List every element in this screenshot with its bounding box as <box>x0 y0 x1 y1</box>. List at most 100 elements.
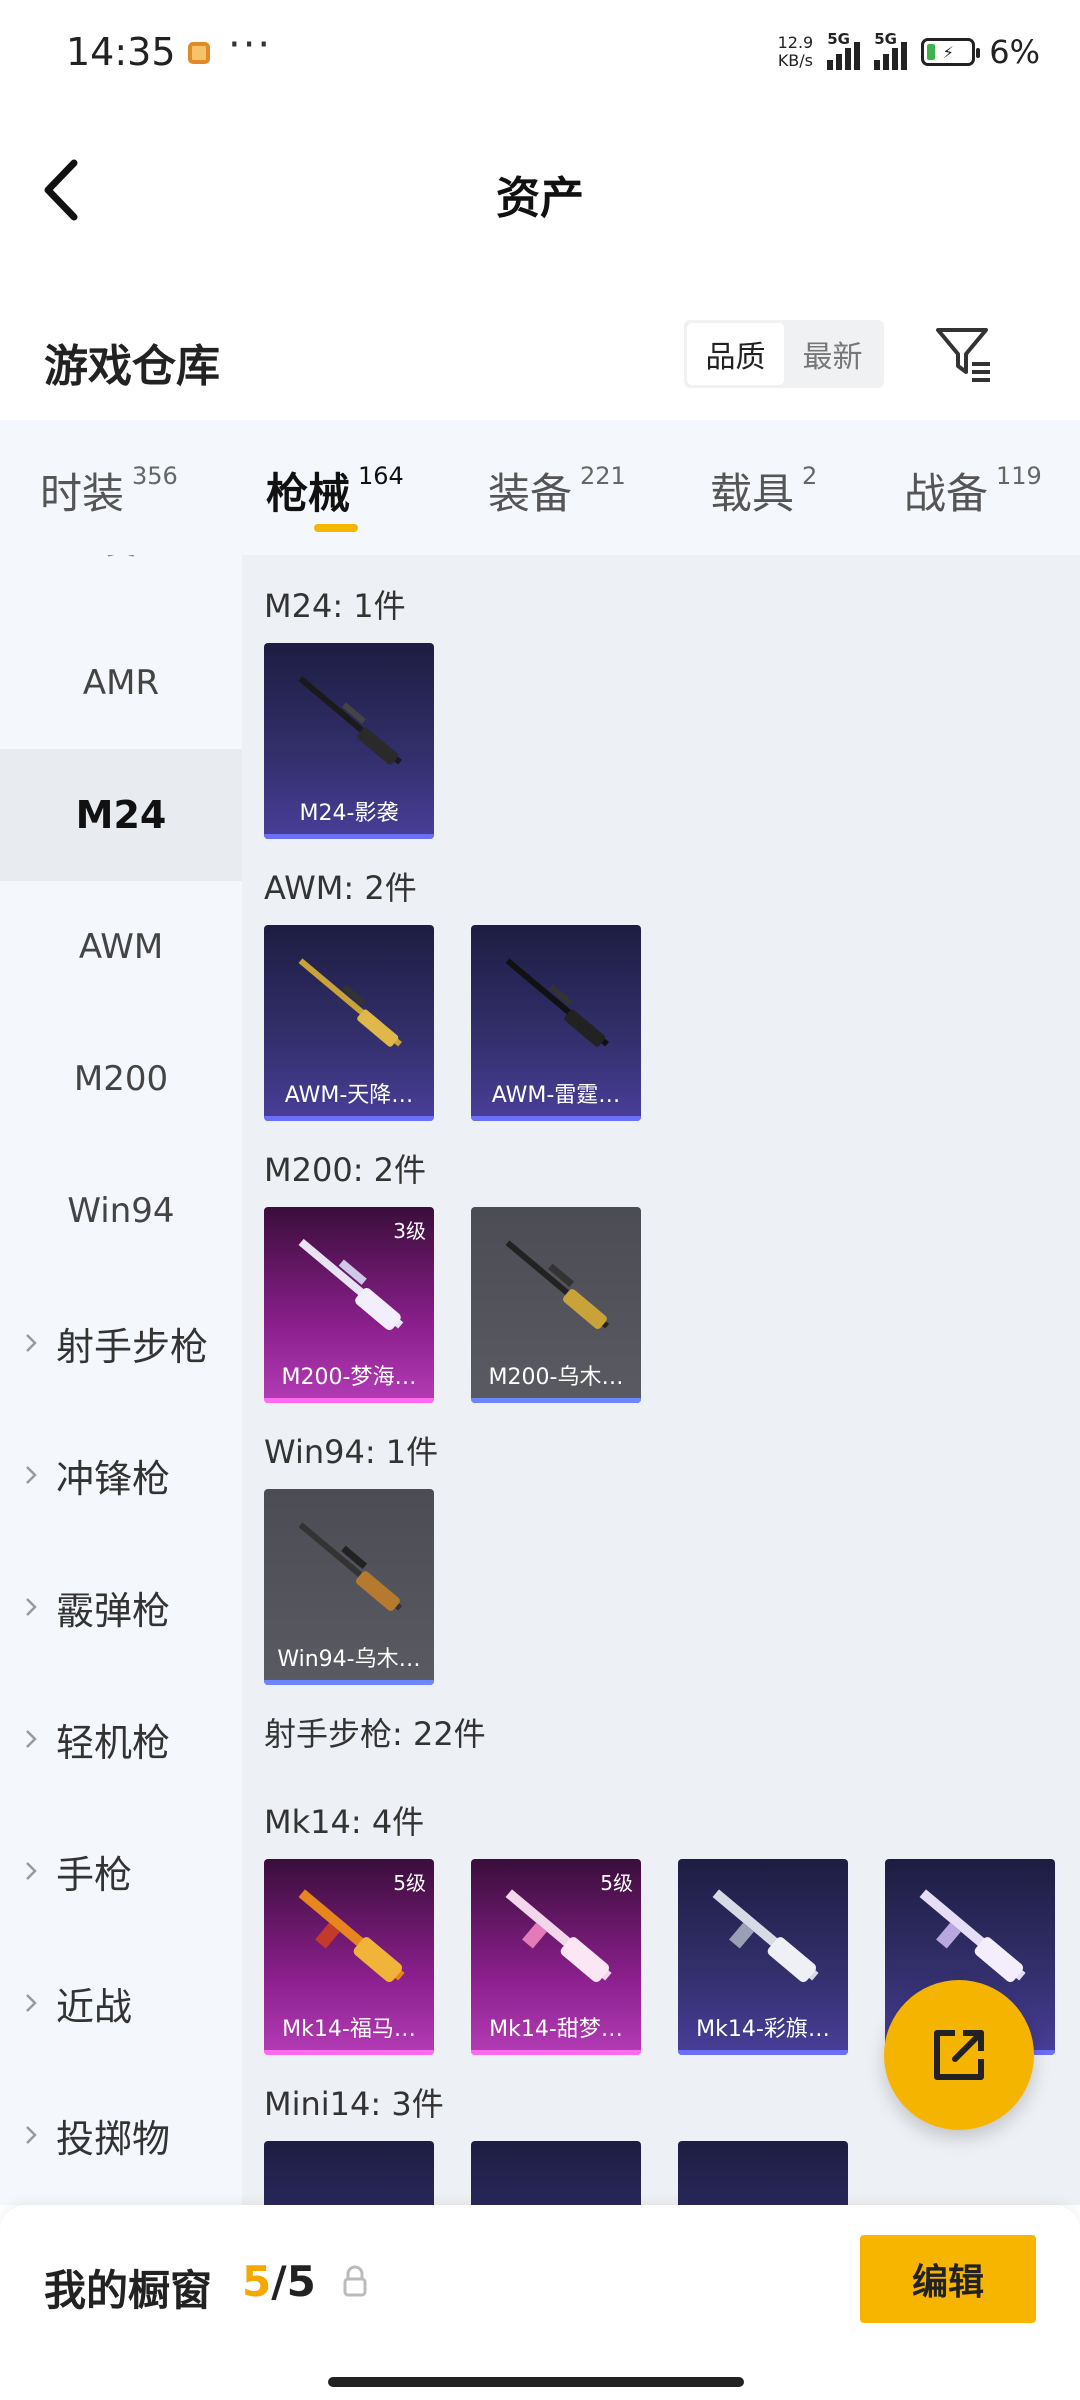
rarity-bar <box>471 1116 641 1121</box>
weapon-card[interactable]: AWM-雷霆… <box>471 925 641 1121</box>
weapon-card[interactable]: 5级 Mk14-福马… <box>264 1859 434 2055</box>
rarity-bar <box>471 1398 641 1403</box>
rarity-bar <box>264 834 434 839</box>
chevron-right-icon <box>26 2126 37 2144</box>
notification-app-icon <box>188 42 210 64</box>
status-time: 14:35 <box>66 30 176 74</box>
sidebar-group-label: 投掷物 <box>56 2116 171 2161</box>
sidebar-group-label: 霰弹枪 <box>56 1588 171 1633</box>
weapon-card[interactable] <box>678 2141 848 2205</box>
status-indicators: 12.9 KB/s 5G 5G ⚡ 6% <box>778 30 1040 74</box>
category-tabs: 时装 356 枪械 164 装备 221 载具 2 战备 119 <box>0 420 1080 555</box>
tab-outfits[interactable]: 时装 356 <box>40 460 178 521</box>
weapon-name: Win94-乌木… <box>277 1647 421 1672</box>
active-tab-indicator <box>314 524 358 532</box>
sidebar-item-partial[interactable]: 美 <box>0 555 242 607</box>
sim2-label: 5G <box>874 30 897 48</box>
more-notifications-icon: ··· <box>228 22 273 68</box>
rarity-bar <box>264 1680 434 1685</box>
warehouse-title: 游戏仓库 <box>44 341 220 392</box>
weapon-sidebar: 美 AMR M24 AWM M200 Win94 射手步枪 冲锋枪 霰弹枪 轻机… <box>0 555 242 2205</box>
group-title: M24: 1件 <box>264 587 406 625</box>
rarity-bar <box>264 1398 434 1403</box>
tab-label: 枪械 <box>266 469 351 518</box>
tab-supplies[interactable]: 战备 119 <box>904 460 1042 521</box>
sort-toggle: 品质 最新 <box>684 320 884 388</box>
weapon-card[interactable] <box>471 2141 641 2205</box>
showcase-label: 我的橱窗 <box>44 2266 213 2315</box>
sidebar-group-lmg[interactable]: 轻机枪 <box>0 1673 242 1805</box>
sidebar-group-pistol[interactable]: 手枪 <box>0 1805 242 1937</box>
rifle-icon <box>298 958 403 1047</box>
chevron-right-icon <box>26 1598 37 1616</box>
edit-button[interactable]: 编辑 <box>860 2235 1036 2323</box>
showcase-current: 5 <box>242 2257 272 2306</box>
weapon-card[interactable]: Mk14-彩旗… <box>678 1859 848 2055</box>
sidebar-item-m24[interactable]: M24 <box>0 749 242 881</box>
tab-label: 战备 <box>904 469 989 518</box>
sort-by-quality[interactable]: 品质 <box>687 323 784 385</box>
weapon-name: AWM-天降… <box>284 1083 414 1108</box>
page-header: 资产 <box>0 110 1080 270</box>
weapon-name: AWM-雷霆… <box>491 1083 621 1108</box>
tab-vehicles[interactable]: 载具 2 <box>710 460 817 521</box>
tab-guns[interactable]: 枪械 164 <box>266 460 404 521</box>
sidebar-item-awm[interactable]: AWM <box>0 881 242 1013</box>
showcase-bar: 我的橱窗 5/5 编辑 <box>0 2205 1080 2400</box>
share-button[interactable] <box>884 1980 1034 2130</box>
rarity-bar <box>471 2050 641 2055</box>
sim1-label: 5G <box>827 30 850 48</box>
sidebar-group-throwable[interactable]: 投掷物 <box>0 2069 242 2201</box>
signal-icon: 5G <box>827 30 861 70</box>
chevron-right-icon <box>26 1334 37 1352</box>
weapon-card[interactable]: M24-影袭 <box>264 643 434 839</box>
tab-equipment[interactable]: 装备 221 <box>488 460 626 521</box>
rifle-icon <box>298 676 403 765</box>
weapon-content-list: M24: 1件 M24-影袭 AWM: 2件 AWM-天降… AWM-雷霆… M… <box>242 555 1080 2205</box>
group-title: Win94: 1件 <box>264 1433 439 1471</box>
showcase-total: /5 <box>271 2257 316 2306</box>
group-title: Mk14: 4件 <box>264 1803 425 1841</box>
sidebar-group-label: 轻机枪 <box>56 1720 171 1765</box>
sort-by-newest[interactable]: 最新 <box>784 323 881 385</box>
filter-icon[interactable] <box>932 322 994 384</box>
chevron-right-icon <box>26 1862 37 1880</box>
weapon-card[interactable]: 5级 Mk14-甜梦… <box>471 1859 641 2055</box>
weapon-name: M24-影袭 <box>299 801 399 826</box>
group-title: Mini14: 3件 <box>264 2085 444 2123</box>
weapon-card[interactable]: M200-乌木… <box>471 1207 641 1403</box>
sidebar-group-smg[interactable]: 冲锋枪 <box>0 1409 242 1541</box>
tab-count: 164 <box>358 462 404 490</box>
sidebar-item-m200[interactable]: M200 <box>0 1013 242 1145</box>
showcase-count: 5/5 <box>242 2257 316 2306</box>
home-indicator[interactable] <box>328 2377 744 2387</box>
tab-label: 载具 <box>710 469 795 518</box>
rarity-bar <box>264 1116 434 1121</box>
sidebar-group-label: 射手步枪 <box>56 1324 209 1369</box>
weapon-card[interactable] <box>264 2141 434 2205</box>
weapon-card[interactable]: Win94-乌木… <box>264 1489 434 1685</box>
tab-count: 221 <box>580 462 626 490</box>
warehouse-row: 游戏仓库 品质 最新 <box>0 290 1080 420</box>
rifle-icon <box>298 1522 403 1611</box>
weapon-card[interactable]: 3级 M200-梦海… <box>264 1207 434 1403</box>
weapon-level: 3级 <box>393 1219 426 1243</box>
rarity-bar <box>678 2050 848 2055</box>
network-speed-value: 12.9 <box>777 33 814 52</box>
sidebar-group-label: 手枪 <box>56 1852 133 1897</box>
network-speed-unit: KB/s <box>777 51 814 70</box>
weapon-name: M200-乌木… <box>488 1365 624 1390</box>
weapon-name: Mk14-甜梦… <box>489 2017 623 2042</box>
weapon-card[interactable]: AWM-天降… <box>264 925 434 1121</box>
sidebar-item-win94[interactable]: Win94 <box>0 1145 242 1277</box>
group-title: 射手步枪: 22件 <box>264 1715 486 1753</box>
weapon-level: 5级 <box>600 1871 633 1895</box>
network-speed: 12.9 KB/s <box>778 34 814 70</box>
chevron-right-icon <box>26 1466 37 1484</box>
lock-icon <box>343 2265 367 2297</box>
sidebar-item-amr[interactable]: AMR <box>0 617 242 749</box>
signal-icon: 5G <box>874 30 908 70</box>
sidebar-group-melee[interactable]: 近战 <box>0 1937 242 2069</box>
sidebar-group-shotgun[interactable]: 霰弹枪 <box>0 1541 242 1673</box>
sidebar-group-marksman[interactable]: 射手步枪 <box>0 1277 242 1409</box>
